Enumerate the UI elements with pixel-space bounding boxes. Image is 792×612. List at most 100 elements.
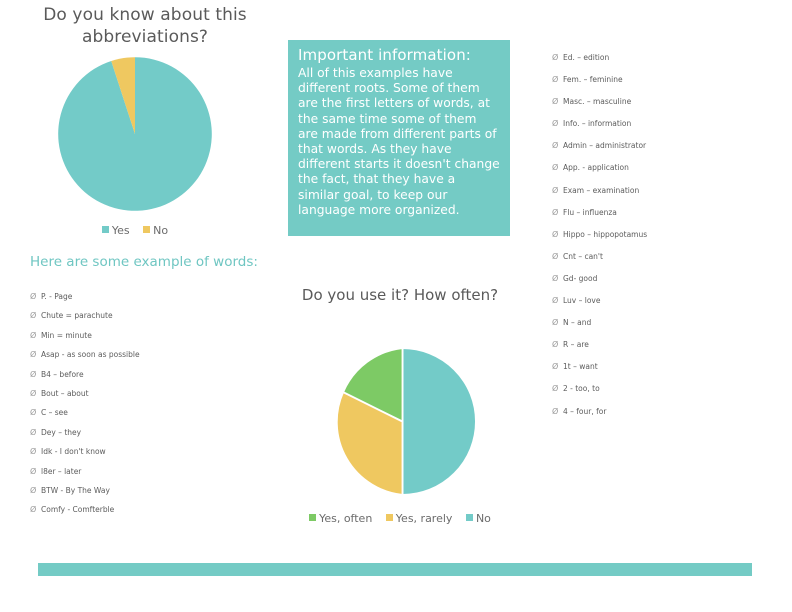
page-title: Do you know about this abbreviations? [43,5,247,47]
legend-label: Yes, rarely [395,512,453,525]
list-item-label: Hippo – hippopotamus [563,229,648,239]
list-item: Ø Hippo – hippopotamus [552,230,782,239]
list-item-label: C – see [41,408,68,418]
arrow-bullet-icon: Ø [30,369,37,379]
list-item: Ø App. - application [552,163,782,172]
list-item: Øl8er – later [30,467,280,476]
arrow-bullet-icon: Ø [30,350,37,360]
arrow-bullet-icon: Ø [30,427,37,437]
list-item-label: l8er – later [41,466,82,476]
list-item-label: Ed. – edition [563,53,610,62]
list-item-label: App. - application [563,163,629,173]
list-item-label: Info. – information [563,119,632,129]
list-item: Ø Exam – examination [552,186,782,195]
list-item-label: 4 – four, for [563,406,607,416]
list-item-label: P. - Page [41,292,73,301]
arrow-bullet-icon: Ø [552,362,559,372]
arrow-bullet-icon: Ø [30,330,37,340]
list-item: Ø Ed. – edition [552,53,782,62]
list-item: Ø Min = minute [30,331,280,340]
list-item-label: Dey – they [41,427,82,437]
arrow-bullet-icon: Ø [30,311,37,321]
list-item: Ø B4 – before [30,370,280,379]
arrow-bullet-icon: Ø [552,97,559,107]
bottom-accent-bar [38,563,752,576]
list-item-label: 1t – want [563,362,598,372]
list-item-label: Min = minute [41,330,92,340]
list-item: Ø Idk - I don't know [30,447,280,456]
list-item: Ø Dey – they [30,428,280,437]
list-item-label: Asap - as soon as possible [41,350,140,360]
list-item: Ø BTW - By The Way [30,486,280,495]
info-box-title: Important information: [298,46,471,64]
info-box-body: All of this examples have different root… [298,66,500,217]
pie-bottom-svg [335,347,477,496]
list-item: Ø Gd- good [552,274,782,283]
list-item: Ø Bout – about [30,389,280,398]
list-item: Ø 2 - too, to [552,384,782,393]
abbreviation-list-left: Ø P. - Page Ø Chute = parachute Ø Min = minut… [30,292,280,525]
list-item: Ø Asap - as soon as possible [30,350,280,359]
arrow-bullet-icon: Ø [30,466,37,476]
list-item-label: Masc. – masculine [563,97,632,107]
list-item: Ø Chute = parachute [30,311,280,320]
legend-item-yes: Yes [101,224,130,237]
list-item: Ø Luv – love [552,296,782,305]
legend-swatch-icon [465,514,473,521]
list-item: Ø C – see [30,408,280,417]
list-item-label: Fem. – feminine [563,75,623,85]
arrow-bullet-icon: Ø [552,296,559,306]
list-item-label: Gd- good [563,273,598,283]
list-item: Ø Flu – influenza [552,208,782,217]
pie-slice-no [401,347,477,496]
arrow-bullet-icon: Ø [30,292,37,301]
legend-pie-bottom: Yes, often Yes, rarely No [280,512,520,525]
list-item: Ø Cnt – can't [552,252,782,261]
arrow-bullet-icon: Ø [552,384,559,394]
list-item: Ø R – are [552,340,782,349]
arrow-bullet-icon: Ø [552,229,559,239]
legend-item-no: No [465,512,491,525]
abbreviation-list-right: Ø Ed. – edition Ø Fem. – feminine Ø Masc. – m… [552,53,782,429]
arrow-bullet-icon: Ø [552,318,559,328]
list-item: Ø Masc. – masculine [552,97,782,106]
arrow-bullet-icon: Ø [552,163,559,173]
legend-label: Yes, often [319,512,373,525]
list-item: Ø 1t – want [552,362,782,371]
arrow-bullet-icon: Ø [552,141,559,151]
legend-item-yes-rarely: Yes, rarely [385,512,453,525]
arrow-bullet-icon: Ø [552,273,559,283]
legend-pie-top: Yes No [55,224,215,237]
list-item-label: B4 – before [41,369,84,379]
pie-top-svg [58,57,212,211]
list-item-label: Chute = parachute [41,311,113,321]
pie-chart-use-often [326,345,479,498]
list-item-label: BTW - By The Way [41,485,110,495]
slide-canvas: Do you know about this abbreviations? Ye… [0,0,792,612]
arrow-bullet-icon: Ø [552,75,559,85]
legend-label: No [153,224,169,237]
arrow-bullet-icon: Ø [552,119,559,129]
legend-item-no: No [143,224,168,237]
list-item: Ø Info. – information [552,119,782,128]
legend-item-yes-often: Yes, often [309,512,372,525]
arrow-bullet-icon: Ø [30,408,37,418]
list-item-label: Exam – examination [563,185,640,195]
list-item-label: N – and [563,318,592,328]
list-item-label: Comfy - Comfterble [41,505,115,515]
arrow-bullet-icon: Ø [30,485,37,495]
list-item-label: R – are [563,340,589,350]
list-item: Ø Fem. – feminine [552,75,782,84]
important-information-box: Important information: All of this examp… [288,40,510,236]
list-item-label: Idk - I don't know [41,447,106,457]
arrow-bullet-icon: Ø [552,207,559,217]
legend-swatch-icon [309,514,317,521]
list-item: Ø Comfy - Comfterble [30,505,280,514]
list-item: Ø N – and [552,318,782,327]
chart-title-use-often: Do you use it? How often? [301,286,499,304]
legend-swatch-icon [143,226,151,233]
arrow-bullet-icon: Ø [552,406,559,416]
list-item-label: 2 - too, to [563,384,600,394]
arrow-bullet-icon: Ø [30,505,37,515]
pie-chart-know-abbreviations [55,54,215,214]
